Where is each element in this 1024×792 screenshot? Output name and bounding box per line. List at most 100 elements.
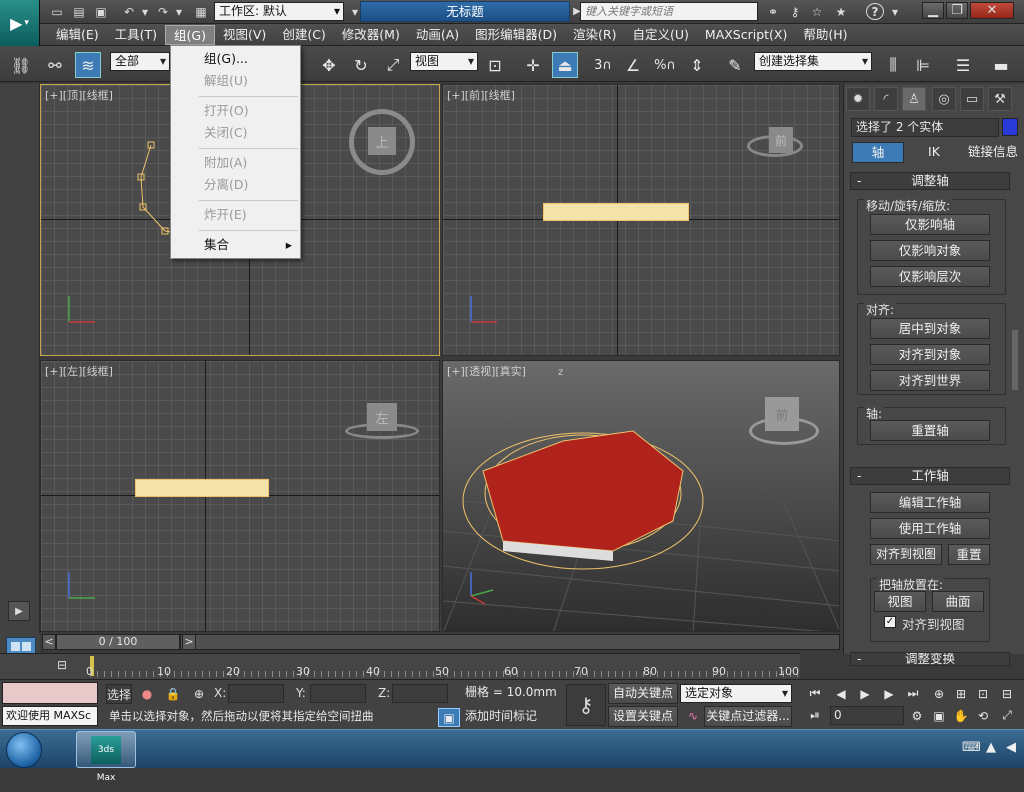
maximize-viewport-icon[interactable]: ⤢ <box>996 706 1018 725</box>
time-tag-icon[interactable]: ▣ <box>438 708 460 727</box>
viewcube[interactable]: 上 <box>368 127 396 155</box>
orbit-icon[interactable]: ⟲ <box>972 706 994 725</box>
graphite-tools-icon[interactable]: ▬ <box>988 52 1014 78</box>
viewcube[interactable]: 前 <box>765 397 799 431</box>
next-frame-icon[interactable]: ▶ <box>878 684 900 703</box>
viewport-front[interactable]: [+][前][线框] 前 <box>442 84 840 356</box>
zoom-icon[interactable]: ⊕ <box>928 684 950 703</box>
viewport-label[interactable]: [+][左][线框] <box>45 363 113 379</box>
x-coordinate-field[interactable] <box>228 684 284 703</box>
layer-manager-icon[interactable]: ☰ <box>950 52 976 78</box>
time-slider-track[interactable] <box>180 634 840 650</box>
move-icon[interactable]: ✥ <box>316 52 342 78</box>
restore-window-button[interactable]: ❐ <box>946 2 968 19</box>
rollout-adjust-transform[interactable]: - 调整变换 <box>850 652 1010 666</box>
set-key-icon[interactable]: ⚷ <box>566 684 606 726</box>
volume-tray-icon[interactable]: ◀ <box>1006 740 1016 755</box>
unlink-icon[interactable]: ⚯ <box>42 52 68 78</box>
tab-pivot[interactable]: 轴 <box>852 142 904 163</box>
viewport-perspective[interactable]: [+][透视][真实] z 前 <box>442 360 840 632</box>
key-filters-button[interactable]: 关键点过滤器... <box>704 706 792 727</box>
percent-snap-icon[interactable]: % ∩ <box>652 52 678 78</box>
edit-named-selection-icon[interactable]: ✎ <box>722 52 748 78</box>
z-coordinate-field[interactable] <box>392 684 448 703</box>
menu-item-explode[interactable]: 炸开(E) <box>171 204 300 226</box>
menu-rendering[interactable]: 渲染(R) <box>565 25 624 45</box>
workspace-dropdown[interactable]: 工作区: 默认 ▾ <box>214 2 344 21</box>
menu-customize[interactable]: 自定义(U) <box>625 25 697 45</box>
menu-animation[interactable]: 动画(A) <box>408 25 467 45</box>
taskbar-app-3dsmax[interactable]: 3ds Max <box>76 731 136 783</box>
keyboard-tray-icon[interactable]: ⌨ <box>962 740 981 755</box>
tab-link-info[interactable]: 链接信息 <box>964 142 1022 163</box>
search-input[interactable]: 键入关键字或短语 <box>580 2 758 21</box>
reference-coordinate-dropdown[interactable]: 视图 <box>410 52 478 71</box>
key-mode-toggle-icon[interactable]: ⏯ <box>804 706 826 725</box>
absolute-mode-icon[interactable]: ⊕ <box>188 684 210 703</box>
new-file-icon[interactable]: ▭ <box>48 3 66 20</box>
y-coordinate-field[interactable] <box>310 684 366 703</box>
pan-view-icon[interactable]: ✋ <box>950 706 972 725</box>
key-mode-dropdown[interactable]: 选定对象 <box>680 684 792 703</box>
add-time-tag-button[interactable]: 添加时间标记 <box>462 708 560 727</box>
favorites-icon[interactable]: ★ <box>832 3 850 20</box>
current-frame-field[interactable]: 0 <box>830 706 904 725</box>
panel-scrollbar[interactable] <box>1012 330 1018 390</box>
rollout-adjust-pivot[interactable]: - 调整轴 <box>850 172 1010 190</box>
zoom-all-icon[interactable]: ⊞ <box>950 684 972 703</box>
isolate-selection-icon[interactable]: ● <box>136 684 158 703</box>
previous-frame-icon[interactable]: ◀ <box>830 684 852 703</box>
reset-pivot-button[interactable]: 重置轴 <box>870 420 990 441</box>
use-working-pivot-button[interactable]: 使用工作轴 <box>870 518 990 539</box>
tab-ik[interactable]: IK <box>908 142 960 163</box>
binoculars-icon[interactable]: ⚭ <box>764 3 782 20</box>
align-to-object-button[interactable]: 对齐到对象 <box>870 344 990 365</box>
keyboard-shortcut-override-icon[interactable]: ⏏ <box>552 52 578 78</box>
align-to-world-button[interactable]: 对齐到世界 <box>870 370 990 391</box>
mirror-icon[interactable]: ⫼ <box>880 52 906 78</box>
align-icon[interactable]: ⊫ <box>910 52 936 78</box>
track-bar[interactable]: ⊟ 0 10 20 30 40 50 60 70 80 90 100 <box>0 653 800 679</box>
time-slider-thumb[interactable]: 0 / 100 <box>56 634 180 650</box>
open-file-icon[interactable]: ▤ <box>70 3 88 20</box>
close-window-button[interactable]: ✕ <box>970 2 1014 19</box>
save-file-icon[interactable]: ▣ <box>92 3 110 20</box>
app-logo[interactable]: ▶ ▾ <box>0 0 40 46</box>
create-tab-icon[interactable]: ✹ <box>846 87 870 111</box>
rotate-icon[interactable]: ↻ <box>348 52 374 78</box>
motion-tab-icon[interactable]: ◎ <box>932 87 956 111</box>
project-folder-icon[interactable]: ▦ <box>192 3 210 20</box>
menu-help[interactable]: 帮助(H) <box>795 25 855 45</box>
viewcube[interactable]: 前 <box>769 127 793 153</box>
key-filter-curve-icon[interactable]: ∿ <box>682 706 704 725</box>
zoom-extents-all-icon[interactable]: ⊟ <box>996 684 1018 703</box>
affect-object-only-button[interactable]: 仅影响对象 <box>870 240 990 261</box>
spinner-snap-icon[interactable]: ⇕ <box>684 52 710 78</box>
menu-maxscript[interactable]: MAXScript(X) <box>697 25 795 45</box>
snap-toggle-icon[interactable]: 3 ∩ <box>590 52 616 78</box>
bind-space-warp-icon[interactable]: ≋ <box>75 52 101 78</box>
center-to-object-button[interactable]: 居中到对象 <box>870 318 990 339</box>
modify-tab-icon[interactable]: ◜ <box>874 87 898 111</box>
menu-graph-editors[interactable]: 图形编辑器(D) <box>467 25 565 45</box>
affect-hierarchy-only-button[interactable]: 仅影响层次 <box>870 266 990 287</box>
help-dropdown-icon[interactable]: ▾ <box>886 3 904 20</box>
select-manipulate-icon[interactable]: ✛ <box>520 52 546 78</box>
undo-dropdown-icon[interactable]: ▾ <box>136 3 154 20</box>
menu-tools[interactable]: 工具(T) <box>107 25 165 45</box>
menu-item-assembly[interactable]: 集合 ▸ <box>171 234 300 256</box>
align-to-view-checkbox[interactable]: ✓ <box>884 616 896 628</box>
time-config-icon[interactable]: ⚙ <box>906 706 928 725</box>
key-icon[interactable]: ⚷ <box>786 3 804 20</box>
object-color-swatch[interactable] <box>1002 118 1018 136</box>
star-icon[interactable]: ☆ <box>808 3 826 20</box>
start-button-icon[interactable] <box>6 732 42 768</box>
curve-editor-icon[interactable]: ⊟ <box>52 658 72 676</box>
go-to-start-icon[interactable]: ⏮ <box>804 684 826 703</box>
utilities-tab-icon[interactable]: ⚒ <box>988 87 1012 111</box>
named-selection-set-dropdown[interactable]: 创建选择集 <box>754 52 872 71</box>
align-to-view-button[interactable]: 对齐到视图 <box>870 544 942 565</box>
viewport-label[interactable]: [+][前][线框] <box>447 87 515 103</box>
hierarchy-tab-icon[interactable]: ♙ <box>902 87 926 111</box>
expand-ribbon-button[interactable]: ▶ <box>8 601 30 621</box>
